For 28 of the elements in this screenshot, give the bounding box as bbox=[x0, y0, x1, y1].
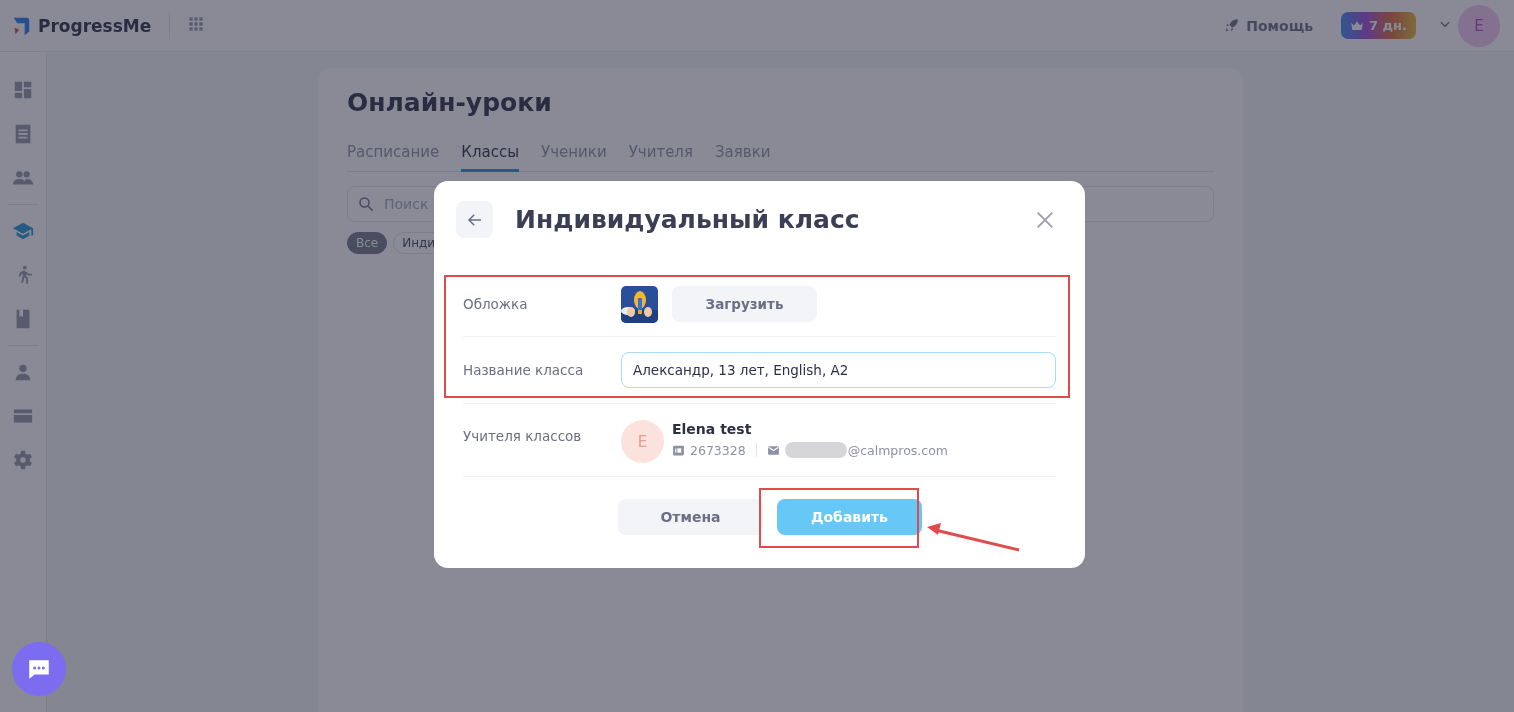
teacher-name: Elena test bbox=[672, 421, 753, 437]
id-card-icon bbox=[672, 443, 685, 457]
chat-button[interactable] bbox=[12, 642, 66, 696]
sidebar-item[interactable] bbox=[12, 220, 34, 242]
field-label: Название класса bbox=[463, 362, 585, 378]
field-label: Учителя классов bbox=[463, 428, 583, 444]
tab[interactable]: Классы bbox=[461, 143, 520, 172]
back-button[interactable] bbox=[456, 201, 493, 238]
class-name-field[interactable]: Александр, 13 лет, English, A2 bbox=[621, 352, 1056, 388]
search-icon bbox=[357, 195, 375, 213]
trial-badge[interactable]: 7 дн. bbox=[1341, 12, 1416, 39]
apps-grid-icon bbox=[188, 15, 205, 32]
upload-button[interactable]: Загрузить bbox=[672, 286, 817, 322]
teacher-email: @calmpros.com bbox=[847, 442, 948, 458]
field-label: Обложка bbox=[463, 296, 529, 312]
page-title: Онлайн-уроки bbox=[347, 88, 553, 117]
add-button[interactable]: Добавить bbox=[777, 499, 922, 535]
sidebar-item[interactable] bbox=[12, 449, 34, 471]
help-link[interactable]: Помощь bbox=[1223, 17, 1313, 34]
rocket-icon bbox=[1223, 17, 1241, 34]
blurred-redaction-drawing bbox=[784, 442, 847, 458]
logo-text[interactable]: ProgressMe bbox=[38, 15, 152, 36]
dialog-title: Индивидуальный класс bbox=[515, 205, 861, 234]
teacher-id: 2673328 bbox=[690, 442, 746, 458]
sidebar-item[interactable] bbox=[12, 79, 34, 101]
teacher-avatar: E bbox=[621, 420, 664, 463]
cancel-button[interactable]: Отмена bbox=[618, 499, 763, 535]
mail-icon bbox=[766, 443, 780, 457]
